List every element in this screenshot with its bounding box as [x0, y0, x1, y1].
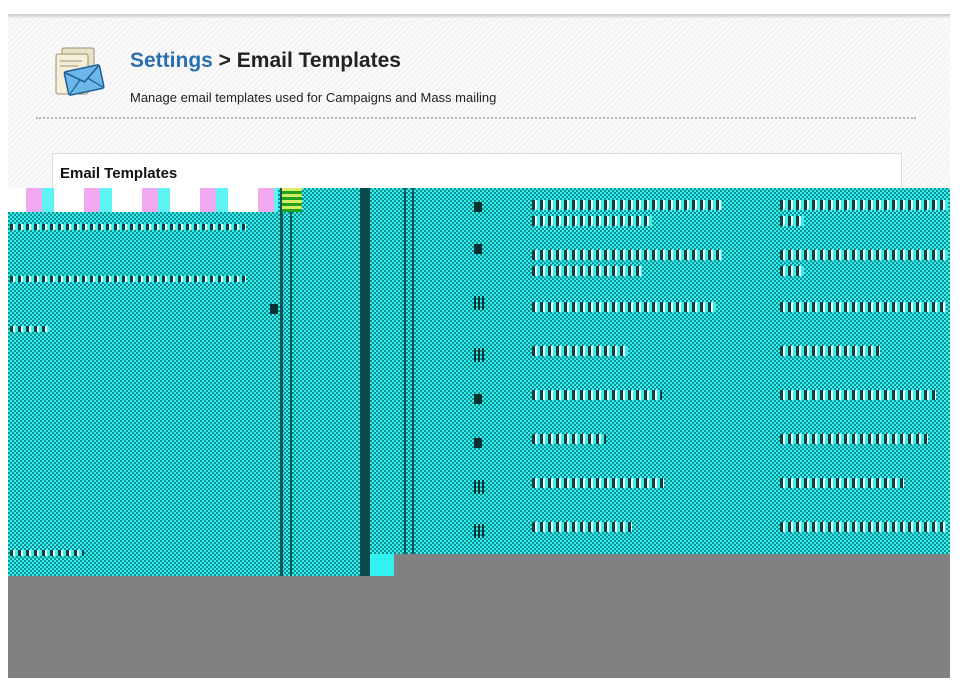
- glitch-stripe: [412, 188, 414, 554]
- dotted-divider: [36, 117, 916, 119]
- page: Settings > Email Templates Manage email …: [0, 0, 960, 683]
- glitch-pink-strip: [8, 188, 278, 212]
- breadcrumb-settings-link[interactable]: Settings: [130, 49, 213, 72]
- glitch-noise-row: [532, 522, 632, 532]
- glitch-noise-row: [532, 216, 652, 226]
- glitch-stripe: [280, 188, 283, 576]
- glitch-marker: [474, 394, 482, 404]
- glitch-noise-row: [10, 276, 246, 282]
- glitch-noise-row: [780, 216, 804, 226]
- glitch-region-right: [370, 188, 950, 554]
- page-title: Settings > Email Templates: [130, 49, 401, 73]
- breadcrumb-separator: >: [212, 49, 237, 72]
- glitch-cyan-block: [370, 554, 394, 576]
- glitch-noise-row: [10, 224, 246, 230]
- glitch-noise-row: [780, 434, 928, 444]
- glitch-marker: [474, 202, 482, 212]
- glitch-noise-row: [532, 346, 628, 356]
- glitch-noise-row: [780, 266, 804, 276]
- page-subtitle: Manage email templates used for Campaign…: [130, 90, 497, 105]
- glitch-noise-row: [780, 302, 946, 312]
- glitch-marker: [474, 480, 486, 494]
- glitch-marker: [474, 244, 482, 254]
- glitch-marker: [474, 438, 482, 448]
- glitch-stripe: [404, 188, 406, 554]
- glitch-noise-row: [780, 390, 936, 400]
- glitch-marker: [474, 296, 486, 310]
- gray-fill-region: [394, 554, 950, 576]
- glitch-dark-bar: [360, 188, 370, 576]
- glitch-marker: [474, 524, 486, 538]
- glitch-green-block: [282, 188, 302, 212]
- glitch-noise-row: [532, 478, 664, 488]
- top-edge-shadow: [8, 14, 950, 18]
- glitch-noise-row: [780, 522, 946, 532]
- glitch-noise-row: [780, 478, 904, 488]
- glitch-noise-row: [532, 390, 662, 400]
- glitch-marker: [474, 348, 486, 362]
- glitch-noise-row: [532, 266, 642, 276]
- glitch-noise-row: [10, 326, 50, 332]
- glitch-noise-row: [532, 302, 716, 312]
- glitch-marker: [270, 304, 278, 314]
- glitch-noise-row: [780, 200, 948, 210]
- page-title-text: Email Templates: [236, 49, 401, 72]
- glitch-noise-row: [10, 550, 84, 556]
- glitch-stripe: [290, 188, 292, 576]
- email-template-icon: [52, 46, 106, 104]
- glitch-region-left: [8, 188, 360, 576]
- panel-title: Email Templates: [60, 165, 178, 182]
- glitch-noise-row: [532, 200, 722, 210]
- glitch-noise-row: [780, 346, 880, 356]
- gray-fill-region: [8, 576, 950, 678]
- glitch-noise-row: [532, 250, 722, 260]
- glitch-noise-row: [532, 434, 606, 444]
- glitch-noise-row: [780, 250, 948, 260]
